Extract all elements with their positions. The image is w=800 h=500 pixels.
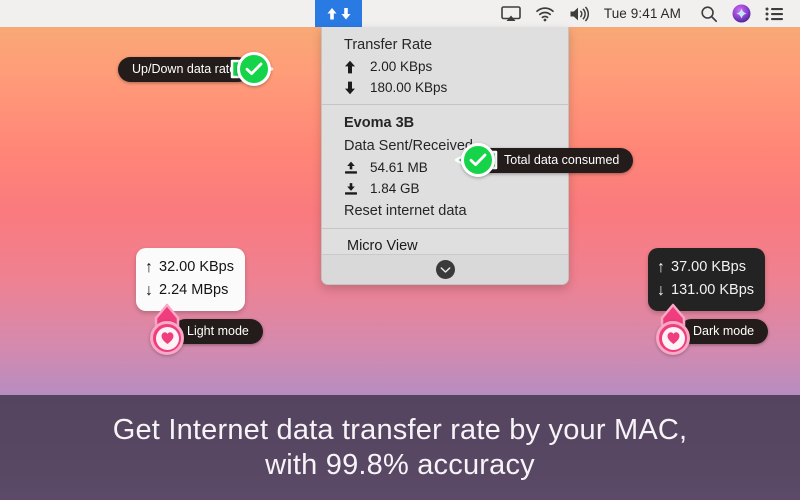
control-center-icon[interactable] xyxy=(758,0,792,27)
widget-dark-upload-line: ↑ 37.00 KBps xyxy=(657,256,754,279)
arrow-down-icon xyxy=(344,81,370,95)
widget-dark-upload-value: 37.00 KBps xyxy=(671,259,746,276)
widget-dark-download-value: 131.00 KBps xyxy=(671,282,755,299)
widget-dark-download-line: ↓ 131.00 KBps xyxy=(657,279,754,302)
menubar-item-netspeed[interactable] xyxy=(315,0,362,27)
check-circle xyxy=(237,52,272,86)
heart-pin-icon xyxy=(145,303,189,359)
arrow-up-icon: ↑ xyxy=(657,259,665,276)
macos-menubar: Tue 9:41 AM xyxy=(0,0,800,27)
callout-total-data-label: Total data consumed xyxy=(478,147,634,173)
promo-banner-line-2: with 99.8% accuracy xyxy=(265,448,535,481)
data-received-value: 1.84 GB xyxy=(370,181,420,196)
netspeed-widget-dark: ↑ 37.00 KBps ↓ 131.00 KBps xyxy=(648,248,766,312)
check-circle xyxy=(461,143,495,177)
data-sent-value: 54.61 MB xyxy=(370,160,428,175)
wifi-icon[interactable] xyxy=(528,0,562,27)
volume-icon[interactable] xyxy=(562,0,598,27)
callout-total-data-consumed: Total data consumed xyxy=(452,140,634,180)
siri-icon[interactable] xyxy=(725,0,758,27)
dropdown-footer xyxy=(322,254,568,284)
callout-light-mode: Light mode xyxy=(145,303,263,359)
reset-internet-data-item[interactable]: Reset internet data xyxy=(322,199,568,222)
widget-light-download-value: 2.24 MBps xyxy=(159,282,229,299)
up-down-arrows-icon xyxy=(324,6,354,21)
device-name: Evoma 3B xyxy=(344,114,415,131)
menu-item-micro-view[interactable]: Micro View xyxy=(322,235,568,256)
heart-pin-icon xyxy=(651,303,695,359)
upload-tray-icon xyxy=(344,161,370,175)
menubar-clock[interactable]: Tue 9:41 AM xyxy=(598,6,693,21)
arrow-up-icon xyxy=(344,60,370,74)
transfer-rate-upload-row: 2.00 KBps xyxy=(322,56,568,77)
promo-banner-line-1: Get Internet data transfer rate by your … xyxy=(112,413,688,446)
transfer-rate-download-row: 180.00 KBps xyxy=(322,77,568,98)
widget-light-download-line: ↓ 2.24 MBps xyxy=(145,279,234,302)
check-badge-icon xyxy=(452,140,500,180)
arrow-up-icon: ↑ xyxy=(145,259,153,276)
chevron-down-icon[interactable] xyxy=(435,260,455,279)
arrow-down-icon: ↓ xyxy=(657,282,665,300)
check-badge-icon xyxy=(228,49,276,89)
widget-light-upload-line: ↑ 32.00 KBps xyxy=(145,256,234,279)
search-icon[interactable] xyxy=(693,0,725,27)
callout-up-down-data-rate: Up/Down data rate xyxy=(118,49,276,89)
promo-banner: Get Internet data transfer rate by your … xyxy=(0,395,800,500)
heart-circle xyxy=(150,321,184,355)
transfer-rate-section: Transfer Rate 2.00 KBps 180.00 KBps xyxy=(322,27,568,104)
transfer-rate-download-value: 180.00 KBps xyxy=(370,80,448,95)
arrow-down-icon: ↓ xyxy=(145,282,153,300)
transfer-rate-upload-value: 2.00 KBps xyxy=(370,59,433,74)
download-tray-icon xyxy=(344,182,370,196)
heart-inner-circle xyxy=(661,326,685,350)
heart-inner-circle xyxy=(155,326,179,350)
micro-view-label: Micro View xyxy=(347,237,418,254)
transfer-rate-title: Transfer Rate xyxy=(344,36,433,53)
heart-circle xyxy=(656,321,690,355)
menubar-left-spacer xyxy=(0,0,315,27)
data-received-row: 1.84 GB xyxy=(322,178,568,199)
menubar-right-group: Tue 9:41 AM xyxy=(494,0,800,27)
netspeed-widget-light: ↑ 32.00 KBps ↓ 2.24 MBps xyxy=(136,248,245,312)
airplay-icon[interactable] xyxy=(494,0,528,27)
widget-light-upload-value: 32.00 KBps xyxy=(159,259,234,276)
callout-dark-mode: Dark mode xyxy=(651,303,769,359)
